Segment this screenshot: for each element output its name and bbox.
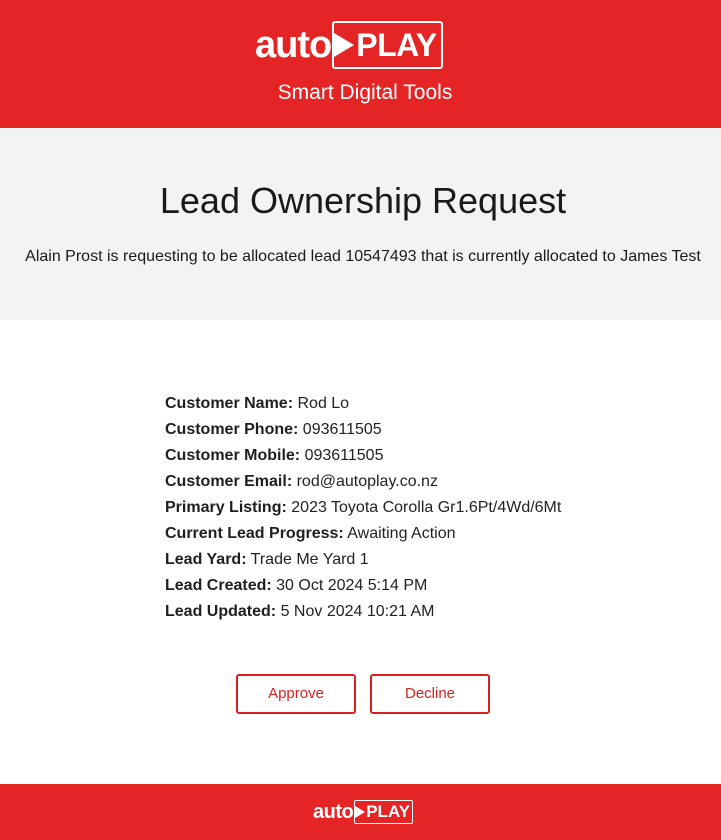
detail-label: Customer Phone: [165,421,299,438]
play-icon [334,33,355,57]
detail-value: 5 Nov 2024 10:21 AM [280,603,435,620]
detail-value: 30 Oct 2024 5:14 PM [276,577,428,594]
detail-lead-updated: Lead Updated: 5 Nov 2024 10:21 AM [165,599,685,625]
logo-play-box: PLAY [354,800,413,824]
detail-value: rod@autoplay.co.nz [296,473,438,490]
logo-play-text: PLAY [356,27,437,63]
logo-auto-text: auto [313,801,354,823]
detail-label: Customer Mobile: [165,447,301,464]
logo-play-text: PLAY [366,802,410,821]
detail-value: Rod Lo [297,395,350,412]
detail-value: 093611505 [304,447,384,464]
detail-label: Current Lead Progress: [165,525,344,542]
detail-label: Lead Yard: [165,551,247,568]
detail-label: Primary Listing: [165,499,287,516]
detail-label: Lead Updated: [165,603,277,620]
detail-label: Customer Name: [165,395,294,412]
autoplay-logo: auto PLAY [255,21,443,69]
detail-customer-mobile: Customer Mobile: 093611505 [165,443,685,469]
approve-button[interactable]: Approve [236,674,356,714]
play-icon [355,806,366,818]
detail-primary-listing: Primary Listing: 2023 Toyota Corolla Gr1… [165,495,685,521]
detail-value: 2023 Toyota Corolla Gr1.6Pt/4Wd/6Mt [291,499,562,516]
detail-lead-created: Lead Created: 30 Oct 2024 5:14 PM [165,573,685,599]
logo-auto-text: auto [255,24,332,66]
tagline: Smart Digital Tools [277,81,453,104]
request-message: Alain Prost is requesting to be allocate… [25,248,701,265]
logo-play-box: PLAY [332,21,443,69]
detail-value: Awaiting Action [347,525,456,542]
detail-customer-phone: Customer Phone: 093611505 [165,417,685,443]
lead-details: Customer Name: Rod Lo Customer Phone: 09… [165,391,685,625]
detail-label: Lead Created: [165,577,272,594]
detail-lead-yard: Lead Yard: Trade Me Yard 1 [165,547,685,573]
detail-value: 093611505 [302,421,382,438]
page-title: Lead Ownership Request [159,180,567,221]
intro-section [0,128,721,320]
detail-value: Trade Me Yard 1 [250,551,369,568]
detail-customer-name: Customer Name: Rod Lo [165,391,685,417]
detail-customer-email: Customer Email: rod@autoplay.co.nz [165,469,685,495]
decline-button[interactable]: Decline [370,674,490,714]
detail-label: Customer Email: [165,473,293,490]
detail-lead-progress: Current Lead Progress: Awaiting Action [165,521,685,547]
footer-autoplay-logo: auto PLAY [313,800,413,824]
